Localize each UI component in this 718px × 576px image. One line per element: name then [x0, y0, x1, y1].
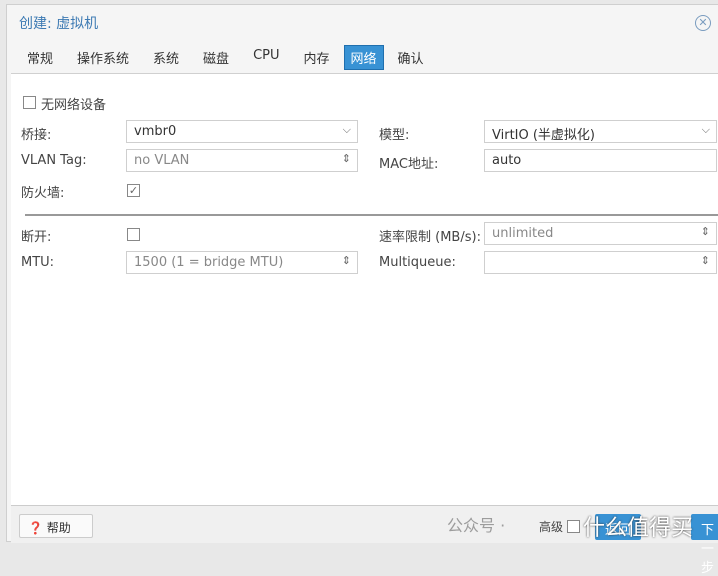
chevron-down-icon: ⌵	[701, 123, 710, 136]
vlan-spinner[interactable]: no VLAN ⇕	[126, 149, 358, 172]
multiqueue-label: Multiqueue:	[379, 255, 456, 270]
spinner-icon[interactable]: ⇕	[701, 254, 710, 267]
model-select[interactable]: VirtIO (半虚拟化) ⌵	[484, 120, 717, 143]
spinner-icon[interactable]: ⇕	[701, 225, 710, 238]
watermark-brand: 什么值得买	[583, 516, 694, 541]
tab-os[interactable]: 操作系统	[67, 45, 139, 70]
mac-label: MAC地址:	[379, 157, 439, 172]
advanced-checkbox[interactable]	[567, 520, 580, 533]
disconnect-checkbox[interactable]	[127, 228, 140, 241]
create-vm-dialog: 创建: 虚拟机 ✕ 常规 操作系统 系统 磁盘 CPU 内存 网络 确认 无网络…	[6, 4, 718, 576]
bridge-label: 桥接:	[21, 128, 52, 143]
bridge-value: vmbr0	[134, 124, 177, 139]
next-button[interactable]: 下一步	[691, 514, 718, 576]
tab-network[interactable]: 网络	[343, 45, 384, 70]
help-button[interactable]: ❓ 帮助	[19, 514, 93, 538]
bridge-select[interactable]: vmbr0 ⌵	[126, 120, 358, 143]
multiqueue-spinner[interactable]: ⇕	[484, 251, 717, 274]
dialog-title: 创建: 虚拟机	[19, 16, 99, 32]
help-label: 帮助	[46, 521, 71, 535]
network-panel: 无网络设备 桥接: vmbr0 ⌵ 模型: VirtIO (半虚拟化) ⌵ VLAN…	[11, 73, 718, 505]
tab-cpu[interactable]: CPU	[243, 45, 289, 70]
tab-bar: 常规 操作系统 系统 磁盘 CPU 内存 网络 确认	[17, 45, 438, 70]
vlan-value: no VLAN	[134, 153, 190, 168]
spinner-icon[interactable]: ⇕	[342, 254, 351, 267]
close-icon[interactable]: ✕	[695, 15, 711, 31]
mtu-value: 1500 (1 = bridge MTU)	[134, 255, 284, 270]
tab-disk[interactable]: 磁盘	[193, 45, 239, 70]
chevron-down-icon: ⌵	[342, 123, 351, 136]
rate-value: unlimited	[492, 226, 554, 241]
disconnect-label: 断开:	[21, 230, 52, 245]
tab-memory[interactable]: 内存	[294, 45, 340, 70]
rate-spinner[interactable]: unlimited ⇕	[484, 222, 717, 245]
watermark-text: 公众号 ·	[447, 516, 506, 535]
mtu-label: MTU:	[21, 255, 55, 270]
model-label: 模型:	[379, 128, 410, 143]
no-network-label: 无网络设备	[41, 98, 107, 113]
dialog-footer: ❓ 帮助 高级 返回 下一步 公众号 · 什么值得买	[11, 505, 718, 576]
advanced-label: 高级	[539, 520, 564, 534]
model-value: VirtIO (半虚拟化)	[492, 128, 596, 143]
firewall-label: 防火墙:	[21, 186, 65, 201]
rate-label: 速率限制 (MB/s):	[379, 230, 481, 245]
tab-general[interactable]: 常规	[17, 45, 63, 70]
vlan-label: VLAN Tag:	[21, 153, 87, 168]
no-network-checkbox[interactable]	[23, 96, 36, 109]
tab-system[interactable]: 系统	[143, 45, 189, 70]
tab-confirm[interactable]: 确认	[388, 45, 434, 70]
firewall-checkbox[interactable]: ✓	[127, 184, 140, 197]
mac-input[interactable]: auto	[484, 149, 717, 172]
mtu-spinner[interactable]: 1500 (1 = bridge MTU) ⇕	[126, 251, 358, 274]
mac-value: auto	[492, 153, 522, 168]
divider	[25, 214, 718, 216]
help-icon: ❓	[28, 521, 43, 535]
spinner-icon[interactable]: ⇕	[342, 152, 351, 165]
